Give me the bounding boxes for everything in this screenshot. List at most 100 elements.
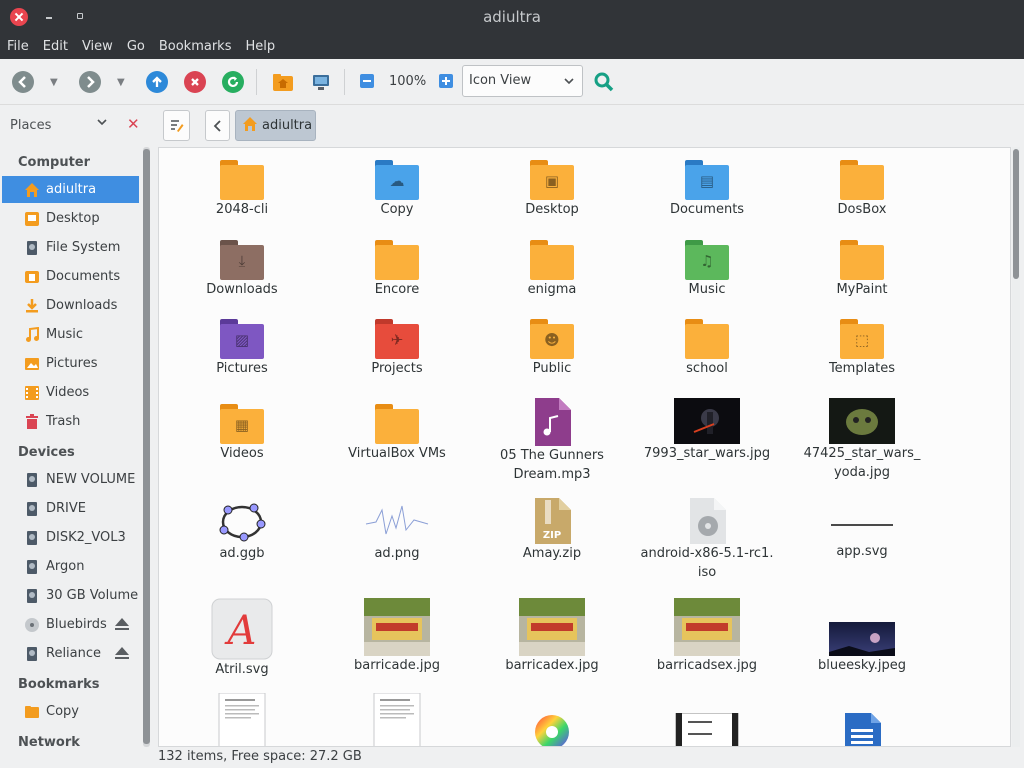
file-item[interactable]: VirtualBox VMs [322,404,472,463]
file-item[interactable]: blueesky.jpeg [787,622,937,675]
file-item[interactable]: ▨ Pictures [167,319,317,378]
file-item[interactable]: MyPaint [787,240,937,299]
breadcrumb[interactable]: adiultra [235,110,316,141]
back-button[interactable] [12,71,34,93]
file-item[interactable] [477,713,627,746]
close-pane-icon[interactable]: ✕ [127,115,140,133]
stop-button[interactable] [184,71,206,93]
sidebar-item-pictures[interactable]: Pictures [2,350,139,377]
file-item[interactable]: barricade.jpg [322,598,472,675]
file-item[interactable]: 2048-cli [167,160,317,219]
file-item[interactable]: ⬚ Templates [787,319,937,378]
sidebar-item-adiultra[interactable]: adiultra [2,176,139,203]
file-item[interactable]: enigma [477,240,627,299]
file-item[interactable]: school [632,319,782,378]
file-item[interactable]: DosBox [787,160,937,219]
file-item[interactable]: barricadsex.jpg [632,598,782,675]
menu-help[interactable]: Help [238,39,282,54]
file-item[interactable]: ⤓ Downloads [167,240,317,299]
forward-history-dropdown[interactable]: ▼ [117,77,125,88]
file-item[interactable]: ad.png [322,500,472,563]
geogebra-icon [219,503,266,542]
up-button[interactable] [146,71,168,93]
sidebar-item-disk2-vol3[interactable]: DISK2_VOL3 [2,524,139,551]
documents-icon [24,269,40,285]
file-item[interactable] [167,693,317,746]
computer-icon[interactable] [310,71,332,93]
disc-image-icon [690,498,726,544]
pictures-folder-icon: ▨ [220,319,264,359]
file-item[interactable]: ▤ Documents [632,160,782,219]
file-item[interactable]: ZIP Amay.zip [477,498,627,563]
file-item[interactable] [322,693,472,746]
projects-folder-icon: ✈ [375,319,419,359]
file-item[interactable]: ▣ Desktop [477,160,627,219]
file-item[interactable]: 7993_star_wars.jpg [632,398,782,463]
file-item[interactable]: 47425_star_wars_ yoda.jpg [787,398,937,482]
image-thumbnail-icon [674,598,740,656]
sidebar-item-copy[interactable]: Copy [2,698,139,725]
sidebar-item-desktop[interactable]: Desktop [2,205,139,232]
chevron-down-icon [564,72,574,89]
file-item[interactable]: ♫ Music [632,240,782,299]
reload-button[interactable] [222,71,244,93]
file-item[interactable]: barricadex.jpg [477,598,627,675]
title-bar: adiultra [0,0,1024,34]
sidebar-item-reliance[interactable]: Reliance [2,640,139,667]
forward-button[interactable] [79,71,101,93]
sidebar-item-drive[interactable]: DRIVE [2,495,139,522]
view-mode-select[interactable]: Icon View [462,65,583,97]
image-thumbnail-icon [365,505,429,535]
file-item[interactable]: ✈ Projects [322,319,472,378]
edit-path-button[interactable] [163,110,190,141]
audio-file-icon [535,398,571,446]
image-thumbnail-icon [519,598,585,656]
sidebar-item-documents[interactable]: Documents [2,263,139,290]
file-item[interactable] [787,713,937,746]
file-item[interactable] [632,713,782,746]
documents-folder-icon: ▤ [685,160,729,200]
home-folder-icon[interactable] [272,71,294,93]
crumb-back-button[interactable] [205,110,230,141]
file-item[interactable]: android-x86-5.1-rc1. iso [632,498,782,582]
eject-icon[interactable] [115,647,129,659]
sidebar-item-argon[interactable]: Argon [2,553,139,580]
zoom-out-icon[interactable] [357,71,379,93]
menu-edit[interactable]: Edit [36,39,75,54]
sidebar-item-bluebirds[interactable]: Bluebirds [2,611,139,638]
sidebar-item-videos[interactable]: Videos [2,379,139,406]
menu-view[interactable]: View [75,39,120,54]
menu-bookmarks[interactable]: Bookmarks [152,39,239,54]
image-thumbnail-icon [674,398,740,444]
file-item[interactable]: A Atril.svg [167,598,317,679]
sidebar-item-new-volume[interactable]: NEW VOLUME [2,466,139,493]
menu-go[interactable]: Go [120,39,152,54]
search-icon[interactable] [593,71,615,93]
sidebar-item-downloads[interactable]: Downloads [2,292,139,319]
menu-file[interactable]: File [0,39,36,54]
folder-icon [220,160,264,200]
file-item[interactable]: ▦ Videos [167,404,317,463]
side-pane-select[interactable]: Places [10,118,51,133]
atril-icon: A [211,598,273,660]
chevron-down-icon[interactable] [97,117,107,130]
eject-icon[interactable] [115,618,129,630]
home-icon [24,182,40,198]
zoom-in-icon[interactable] [436,71,458,93]
drive-icon [24,240,40,256]
file-item[interactable]: ☻ Public [477,319,627,378]
sidebar-item-file-system[interactable]: File System [2,234,139,261]
public-folder-icon: ☻ [530,319,574,359]
file-item[interactable]: ☁ Copy [322,160,472,219]
sidebar-item-30gb-volume[interactable]: 30 GB Volume [2,582,139,609]
file-item[interactable]: 05 The Gunners Dream.mp3 [477,398,627,484]
sidebar-scrollbar[interactable] [143,147,150,747]
back-history-dropdown[interactable]: ▼ [50,77,58,88]
sidebar-item-trash[interactable]: Trash [2,408,139,435]
file-item[interactable]: ad.ggb [167,500,317,563]
sidebar-item-music[interactable]: Music [2,321,139,348]
status-bar: 132 items, Free space: 27.2 GB [158,749,362,764]
file-item[interactable]: Encore [322,240,472,299]
file-view-scrollbar[interactable] [1012,147,1020,747]
file-item[interactable]: app.svg [787,498,937,561]
